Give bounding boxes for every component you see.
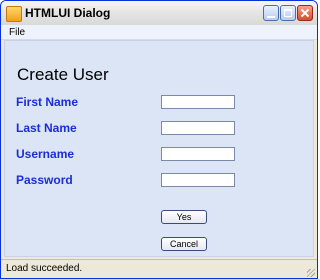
dialog-window: HTMLUI Dialog File Create User First Nam… (0, 0, 318, 279)
username-label: Username (16, 147, 75, 161)
first-name-label: First Name (16, 95, 79, 109)
password-field[interactable] (161, 173, 235, 187)
yes-button[interactable]: Yes (161, 210, 207, 224)
status-text: Load succeeded. (6, 263, 83, 274)
title-bar[interactable]: HTMLUI Dialog (1, 1, 317, 26)
last-name-label: Last Name (16, 121, 77, 135)
menu-bar: File (1, 25, 317, 40)
window-title: HTMLUI Dialog (25, 6, 111, 20)
minimize-button[interactable] (263, 5, 279, 21)
page-title: Create User (17, 65, 109, 84)
menu-file[interactable]: File (9, 27, 25, 38)
last-name-field[interactable] (161, 121, 235, 135)
password-label: Password (16, 173, 73, 187)
app-icon (6, 6, 22, 22)
username-field[interactable] (161, 147, 235, 161)
first-name-field[interactable] (161, 95, 235, 109)
form-panel: Create User First Name Last Name Usernam… (4, 40, 314, 257)
resize-grip-icon[interactable] (307, 269, 315, 277)
cancel-button[interactable]: Cancel (161, 237, 207, 251)
status-bar: Load succeeded. (1, 259, 317, 278)
maximize-button[interactable] (280, 5, 296, 21)
close-button[interactable] (297, 5, 313, 21)
